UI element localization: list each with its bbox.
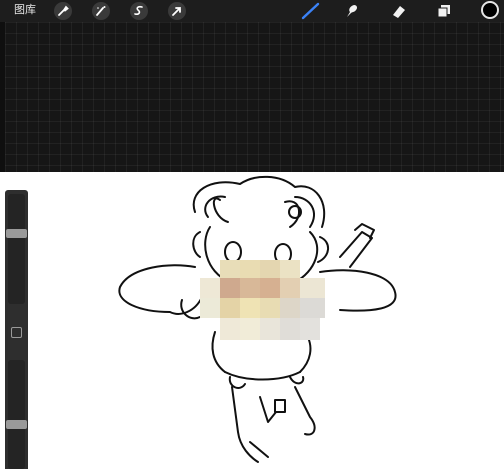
- sidebar: [5, 190, 28, 469]
- modify-button[interactable]: [11, 327, 22, 338]
- brush-size-slider[interactable]: [6, 194, 27, 304]
- smudge-icon[interactable]: [343, 2, 361, 20]
- top-toolbar: 图库: [0, 0, 504, 22]
- wrench-icon[interactable]: [54, 2, 72, 20]
- selection-icon[interactable]: [130, 2, 148, 20]
- brush-icon[interactable]: [300, 2, 322, 20]
- layers-icon[interactable]: [435, 2, 453, 20]
- opacity-thumb[interactable]: [6, 420, 27, 429]
- brush-size-thumb[interactable]: [6, 229, 27, 238]
- mosaic-blur: [200, 260, 325, 340]
- color-picker-button[interactable]: [481, 1, 499, 19]
- gallery-button[interactable]: 图库: [14, 1, 36, 19]
- transform-icon[interactable]: [168, 2, 186, 20]
- magic-wand-icon[interactable]: [92, 2, 110, 20]
- eraser-icon[interactable]: [390, 2, 408, 20]
- opacity-slider[interactable]: [6, 360, 27, 469]
- canvas-background: [5, 22, 504, 172]
